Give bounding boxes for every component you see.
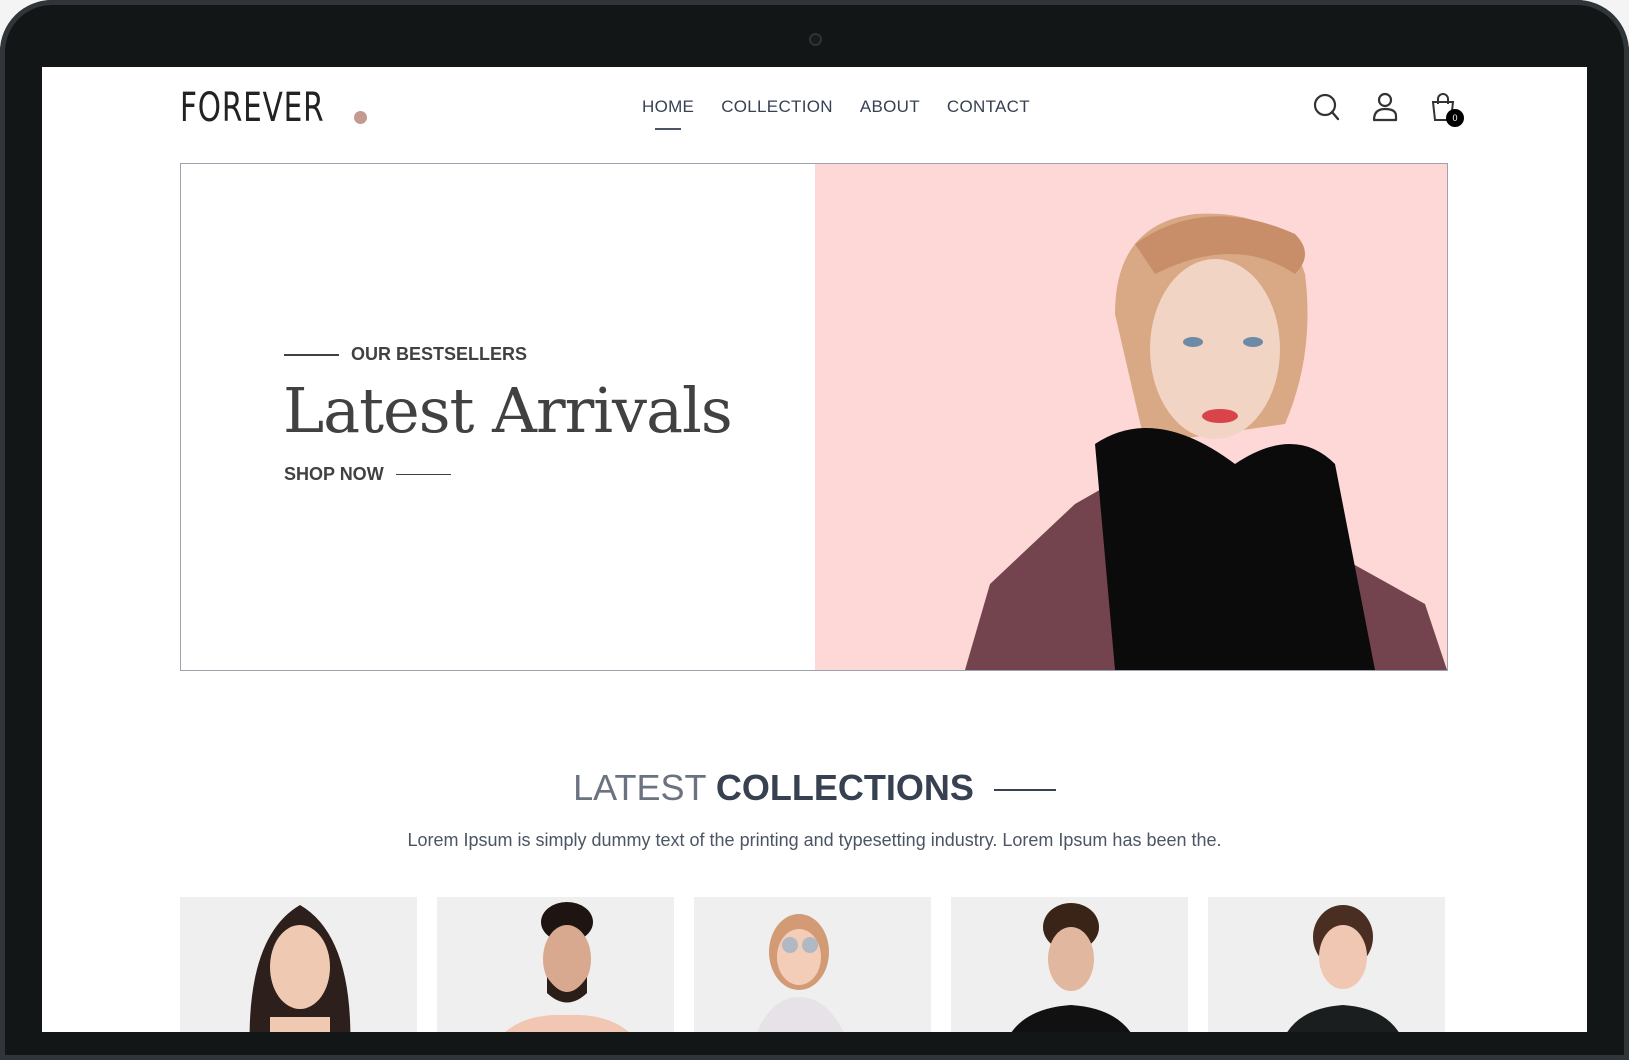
section-title: LATEST COLLECTIONS: [42, 767, 1587, 809]
nav-contact[interactable]: CONTACT: [947, 97, 1030, 117]
shop-now-text[interactable]: SHOP NOW: [284, 464, 384, 485]
camera-dot: [809, 33, 822, 46]
nav-icons: 0: [1313, 92, 1464, 127]
product-card[interactable]: [1208, 897, 1445, 1032]
cart-count-badge: 0: [1446, 109, 1464, 127]
nav-collection[interactable]: COLLECTION: [721, 97, 833, 117]
eyebrow-line: [284, 353, 339, 356]
product-image-girl: [757, 914, 844, 1032]
hero-banner: OUR BESTSELLERS Latest Arrivals SHOP NOW: [180, 163, 1448, 671]
product-card[interactable]: [180, 897, 417, 1032]
shop-now-link[interactable]: SHOP NOW: [284, 464, 451, 485]
browser-viewport: FOREVER HOME COLLECTION ABOUT CONTACT 0: [42, 67, 1587, 1032]
hero-title: Latest Arrivals: [283, 374, 733, 447]
main-menu: HOME COLLECTION ABOUT CONTACT: [642, 97, 1030, 117]
product-grid: [180, 897, 1445, 1032]
navbar: FOREVER HOME COLLECTION ABOUT CONTACT 0: [42, 67, 1587, 157]
product-image-woman: [249, 905, 351, 1032]
section-title-line: [993, 789, 1056, 792]
section-subtitle: Lorem Ipsum is simply dummy text of the …: [407, 830, 1222, 850]
eyebrow-text: OUR BESTSELLERS: [351, 344, 528, 364]
hero-text-panel: OUR BESTSELLERS Latest Arrivals SHOP NOW: [181, 164, 815, 670]
shop-now-line: [395, 473, 451, 476]
hero-eyebrow: OUR BESTSELLERS: [284, 344, 527, 365]
logo-dot: [354, 111, 367, 124]
profile-icon[interactable]: [1371, 92, 1399, 122]
product-image-man-tee: [1011, 903, 1131, 1032]
product-image-man: [505, 902, 629, 1032]
logo[interactable]: FOREVER: [180, 85, 324, 131]
product-card[interactable]: [694, 897, 931, 1032]
nav-about[interactable]: ABOUT: [860, 97, 920, 117]
section-title-light: LATEST: [573, 767, 706, 808]
product-image-woman-tee: [1287, 905, 1399, 1032]
product-card[interactable]: [951, 897, 1188, 1032]
section-title-bold: COLLECTIONS: [715, 767, 974, 808]
nav-home[interactable]: HOME: [642, 97, 694, 117]
model-illustration: [965, 213, 1447, 670]
search-icon[interactable]: [1313, 92, 1341, 122]
cart-icon[interactable]: 0: [1429, 92, 1464, 127]
hero-image: [815, 164, 1447, 670]
product-card[interactable]: [437, 897, 674, 1032]
